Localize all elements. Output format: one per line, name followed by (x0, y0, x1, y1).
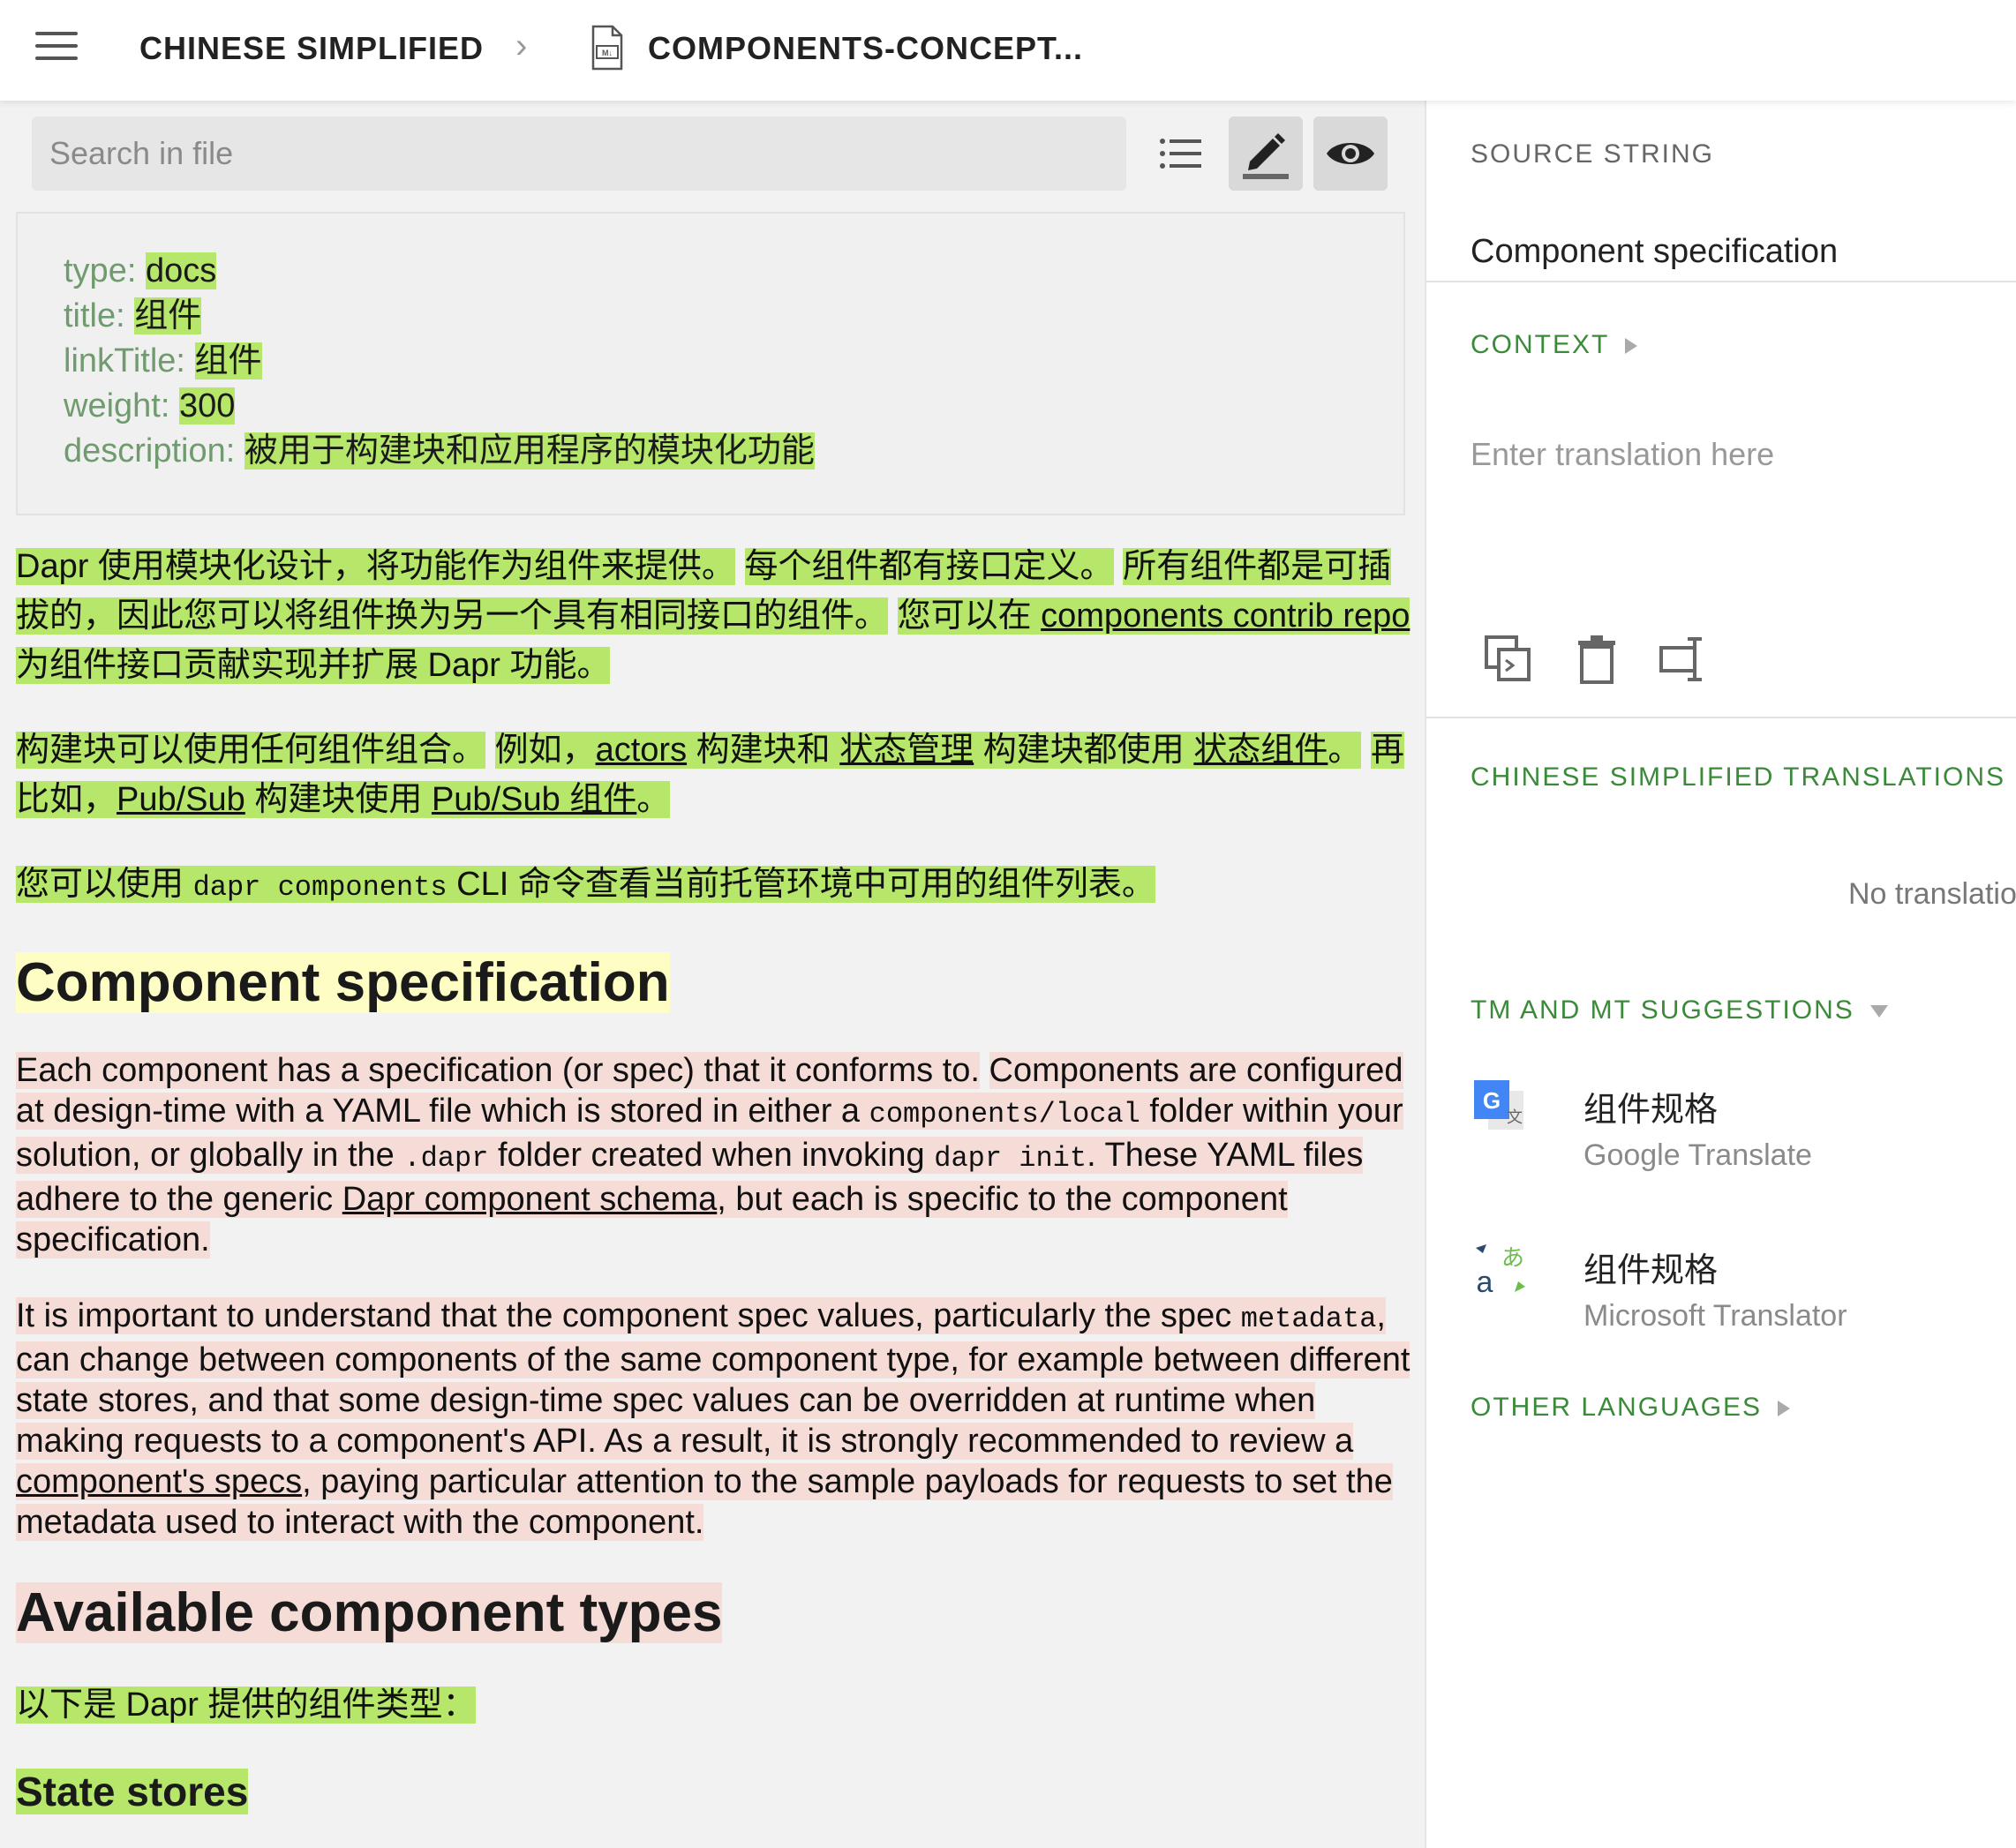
triangle-down-icon (1869, 1005, 1888, 1018)
svg-text:文: 文 (1507, 1108, 1523, 1127)
svg-text:M↓: M↓ (602, 49, 613, 57)
translations-label: CHINESE SIMPLIFIED TRANSLATIONS (1471, 762, 2005, 792)
paragraph: 您可以使用 dapr components CLI 命令查看当前托管环境中可用的… (16, 860, 1410, 913)
svg-text:G: G (1483, 1087, 1501, 1114)
menu-icon[interactable] (35, 32, 78, 67)
chevron-right-icon: › (515, 26, 528, 65)
frontmatter-value[interactable]: 被用于构建块和应用程序的模块化功能 (244, 432, 815, 470)
heading: Available component types (16, 1578, 1410, 1649)
suggestions-toggle[interactable]: TM AND MT SUGGESTIONS (1471, 995, 1888, 1025)
frontmatter-row: description: 被用于构建块和应用程序的模块化功能 (64, 432, 815, 470)
inline-code: metadata (1240, 1303, 1377, 1335)
link[interactable]: actors (596, 732, 687, 769)
translated-segment[interactable]: 构建块可以使用任何组件组合。 (16, 732, 486, 769)
active-segment[interactable]: Component specification (16, 952, 670, 1013)
other-languages-toggle[interactable]: OTHER LANGUAGES (1471, 1393, 1791, 1423)
list-view-button[interactable] (1144, 116, 1218, 191)
search-input[interactable] (32, 116, 1126, 191)
top-bar: CHINESE SIMPLIFIED › M↓ COMPONENTS-CONCE… (0, 0, 2016, 101)
link[interactable]: Dapr component schema (342, 1181, 718, 1218)
paragraph: It is important to understand that the c… (16, 1296, 1410, 1543)
frontmatter-row: weight: 300 (64, 387, 236, 424)
paragraph: 以下是 Dapr 提供的组件类型： (16, 1680, 1410, 1730)
trash-icon[interactable] (1571, 634, 1622, 685)
frontmatter-row: type: docs (64, 252, 217, 289)
edit-mode-button[interactable] (1229, 116, 1303, 191)
list-icon (1160, 139, 1201, 169)
link[interactable]: 状态管理 (839, 732, 974, 769)
context-toggle[interactable]: CONTEXT (1471, 330, 1638, 360)
heading: Component specification (16, 948, 1410, 1018)
translated-segment[interactable]: State stores (16, 1769, 249, 1814)
inline-code: dapr init (934, 1142, 1087, 1175)
suggestion-text[interactable]: 组件规格 (1583, 1082, 1718, 1131)
eye-icon (1327, 143, 1374, 164)
preview-mode-button[interactable] (1313, 116, 1388, 191)
paragraph: Each component has a specification (or s… (16, 1050, 1410, 1260)
link[interactable]: components contrib repo (1041, 597, 1410, 635)
no-translations-text: No translatio (1848, 877, 2016, 911)
markdown-file-icon: M↓ (591, 25, 623, 71)
breadcrumb-language[interactable]: CHINESE SIMPLIFIED (139, 30, 484, 67)
untranslated-segment[interactable]: Available component types (16, 1582, 723, 1643)
translated-segment[interactable]: 每个组件都有接口定义。 (744, 548, 1114, 585)
breadcrumb-file[interactable]: COMPONENTS-CONCEPT... (648, 30, 1083, 67)
paragraph: 构建块可以使用任何组件组合。 例如，actors 构建块和 状态管理 构建块都使… (16, 725, 1410, 824)
frontmatter-value[interactable]: 组件 (134, 297, 202, 334)
google-translate-icon: G 文 (1474, 1080, 1523, 1130)
link[interactable]: 状态组件 (1193, 732, 1328, 769)
translated-segment[interactable]: 以下是 Dapr 提供的组件类型： (16, 1686, 477, 1724)
suggestion-text[interactable]: 组件规格 (1583, 1243, 1718, 1291)
translation-panel: SOURCE STRING Component specification CO… (1425, 101, 2016, 1848)
document-content: Dapr 使用模块化设计，将功能作为组件来提供。 每个组件都有接口定义。 所有组… (16, 542, 1410, 1818)
svg-text:a: a (1477, 1266, 1493, 1297)
pencil-icon (1243, 133, 1289, 179)
link[interactable]: Pub/Sub (117, 781, 245, 818)
inline-code: components/local (869, 1098, 1140, 1131)
divider (1426, 717, 2016, 718)
microsoft-translator-icon: a あ (1476, 1244, 1525, 1297)
translated-segment[interactable]: 例如，actors 构建块和 状态管理 构建块都使用 状态组件。 (494, 732, 1362, 769)
suggestion-source: Google Translate (1583, 1138, 1812, 1172)
link[interactable]: component's specs (16, 1463, 302, 1500)
split-segment-icon[interactable] (1658, 634, 1709, 685)
svg-text:あ: あ (1501, 1245, 1524, 1272)
source-string-text: Component specification (1471, 233, 1839, 270)
divider (1426, 281, 2016, 282)
frontmatter-value[interactable]: 组件 (194, 342, 262, 379)
heading: State stores (16, 1765, 1410, 1818)
untranslated-segment[interactable]: Each component has a specification (or s… (16, 1052, 980, 1089)
translation-input[interactable] (1471, 436, 1982, 577)
frontmatter-block: type: docs title: 组件 linkTitle: 组件 weigh… (16, 212, 1405, 515)
triangle-right-icon (1778, 1401, 1791, 1417)
editor-panel: type: docs title: 组件 linkTitle: 组件 weigh… (0, 101, 1425, 1848)
frontmatter-row: title: 组件 (64, 297, 202, 334)
copy-source-icon[interactable] (1483, 634, 1534, 685)
translated-segment[interactable]: Dapr 使用模块化设计，将功能作为组件来提供。 (16, 548, 735, 585)
translated-segment[interactable]: 您可以使用 dapr components CLI 命令查看当前托管环境中可用的… (16, 866, 1155, 904)
link[interactable]: Pub/Sub 组件 (432, 781, 636, 818)
inline-code: .dapr (403, 1142, 489, 1175)
frontmatter-value[interactable]: docs (145, 252, 217, 289)
frontmatter-row: linkTitle: 组件 (64, 342, 262, 379)
inline-code: dapr components (192, 871, 448, 904)
triangle-right-icon (1625, 338, 1638, 355)
source-string-label: SOURCE STRING (1471, 139, 1715, 169)
paragraph: Dapr 使用模块化设计，将功能作为组件来提供。 每个组件都有接口定义。 所有组… (16, 542, 1410, 690)
suggestion-source: Microsoft Translator (1583, 1299, 1847, 1333)
frontmatter-value[interactable]: 300 (178, 387, 236, 424)
